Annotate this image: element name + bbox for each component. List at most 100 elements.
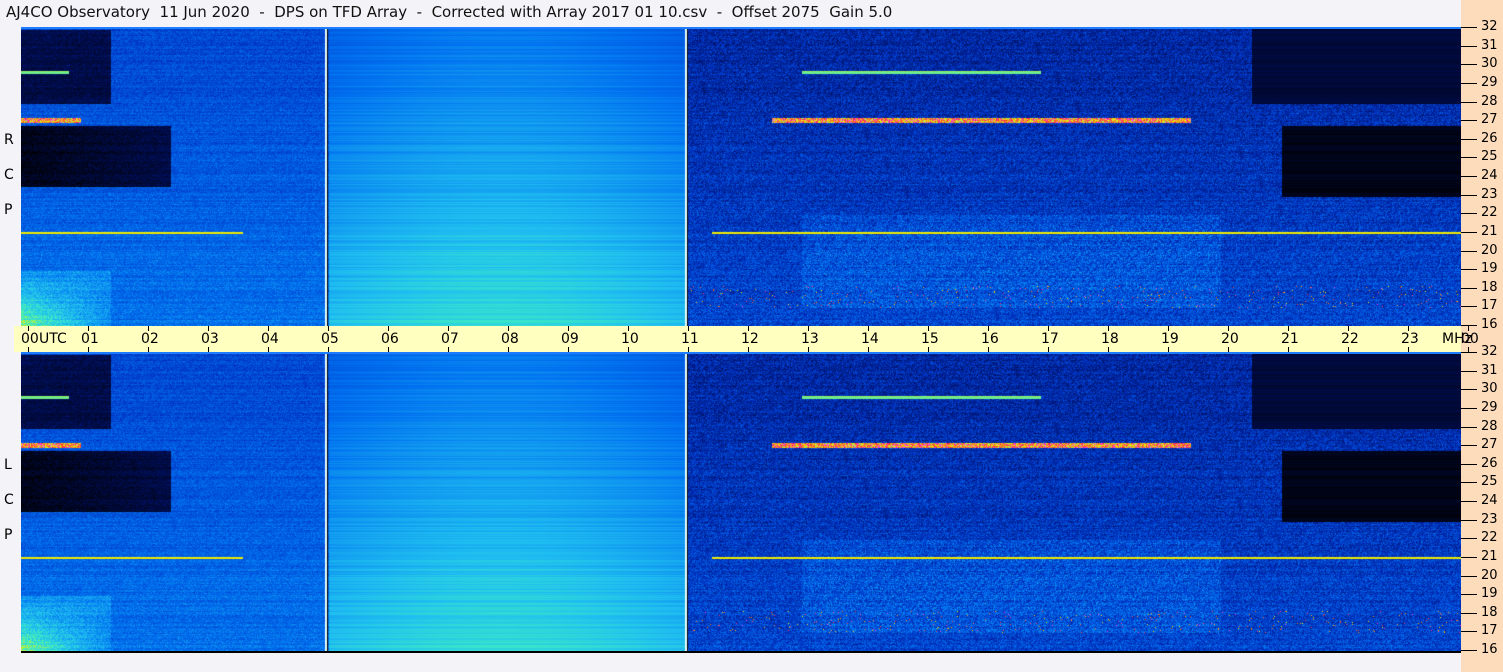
polarization-label: L xyxy=(4,457,12,473)
polarization-label: C xyxy=(4,492,14,508)
y-tick-mark xyxy=(1461,306,1477,307)
x-tick-mark xyxy=(268,347,269,352)
y-tick-label: 28 xyxy=(1481,419,1498,434)
y-tick-mark xyxy=(1461,83,1477,84)
y-tick-mark xyxy=(1461,464,1477,465)
x-tick-mark xyxy=(688,347,689,352)
x-tick-label: 10 xyxy=(621,331,639,347)
y-tick-mark xyxy=(1461,288,1477,289)
y-tick-mark xyxy=(1461,613,1477,614)
y-tick-label: 22 xyxy=(1481,205,1498,220)
x-tick-mark xyxy=(1408,347,1409,352)
y-tick-label: 20 xyxy=(1481,243,1498,258)
time-axis: 00 01 02 03 04 05 06 07 08 09 10 11 12 13 14 15 16 17 18 19… xyxy=(14,326,1479,352)
x-tick-label: 18 xyxy=(1101,331,1119,347)
y-tick-label: 22 xyxy=(1481,530,1498,545)
x-tick-mark xyxy=(868,347,869,352)
y-tick-mark xyxy=(1461,520,1477,521)
y-tick-mark xyxy=(1461,195,1477,196)
polarization-label: C xyxy=(4,167,14,183)
x-tick-label: 04 xyxy=(261,331,279,347)
y-tick-mark xyxy=(1461,269,1477,270)
y-tick-label: 21 xyxy=(1481,224,1498,239)
x-tick-label: 20 xyxy=(1221,331,1239,347)
y-tick-label: 24 xyxy=(1481,168,1498,183)
y-tick-mark xyxy=(1461,352,1477,353)
y-tick-label: 29 xyxy=(1481,400,1498,415)
y-tick-label: 17 xyxy=(1481,623,1498,638)
polarization-label: R xyxy=(4,132,14,148)
y-tick-label: 16 xyxy=(1481,642,1498,657)
x-tick-label: 06 xyxy=(381,331,399,347)
x-tick-mark xyxy=(1048,347,1049,352)
y-tick-label: 31 xyxy=(1481,38,1498,53)
x-tick-mark xyxy=(88,347,89,352)
y-tick-label: 26 xyxy=(1481,131,1498,146)
x-tick-mark xyxy=(388,347,389,352)
x-tick-label: 08 xyxy=(501,331,519,347)
x-tick-mark xyxy=(208,347,209,352)
y-tick-mark xyxy=(1461,232,1477,233)
y-tick-label: 29 xyxy=(1481,75,1498,90)
lcp-heatmap-canvas xyxy=(21,354,1461,651)
y-tick-mark xyxy=(1461,557,1477,558)
y-tick-mark xyxy=(1461,408,1477,409)
x-tick-mark xyxy=(1228,347,1229,352)
x-tick-mark xyxy=(748,347,749,352)
y-tick-mark xyxy=(1461,27,1477,28)
y-tick-label: 19 xyxy=(1481,261,1498,276)
y-tick-mark xyxy=(1461,46,1477,47)
y-tick-mark xyxy=(1461,157,1477,158)
polarization-label: P xyxy=(4,527,13,543)
x-tick-label: 03 xyxy=(201,331,219,347)
x-tick-label: 23 xyxy=(1401,331,1419,347)
x-tick-label: 01 xyxy=(81,331,99,347)
y-tick-label: 30 xyxy=(1481,56,1498,71)
x-tick-label: 14 xyxy=(861,331,879,347)
x-tick-mark xyxy=(808,347,809,352)
lcp-spectrogram xyxy=(21,352,1461,653)
x-tick-label: 09 xyxy=(561,331,579,347)
x-tick-label: 07 xyxy=(441,331,459,347)
x-tick-label: 00 xyxy=(21,331,39,347)
y-tick-label: 16 xyxy=(1481,317,1498,332)
y-tick-mark xyxy=(1461,371,1477,372)
y-tick-label: 25 xyxy=(1481,149,1498,164)
rcp-spectrogram xyxy=(21,27,1461,328)
y-tick-label: 19 xyxy=(1481,586,1498,601)
x-tick-mark xyxy=(148,347,149,352)
x-tick-label: 17 xyxy=(1041,331,1059,347)
y-tick-label: 30 xyxy=(1481,381,1498,396)
x-tick-label: 02 xyxy=(141,331,159,347)
x-tick-label: 13 xyxy=(801,331,819,347)
y-tick-label: 31 xyxy=(1481,363,1498,378)
y-tick-label: 20 xyxy=(1481,568,1498,583)
x-tick-label: 05 xyxy=(321,331,339,347)
x-tick-label: 15 xyxy=(921,331,939,347)
y-tick-mark xyxy=(1461,389,1477,390)
y-tick-mark xyxy=(1461,482,1477,483)
x-tick-mark xyxy=(448,347,449,352)
y-tick-mark xyxy=(1461,120,1477,121)
x-tick-mark xyxy=(328,347,329,352)
y-tick-label: 17 xyxy=(1481,298,1498,313)
y-tick-mark xyxy=(1461,631,1477,632)
polarization-label: P xyxy=(4,202,13,218)
x-tick-mark xyxy=(928,347,929,352)
y-tick-mark xyxy=(1461,64,1477,65)
y-tick-label: 23 xyxy=(1481,187,1498,202)
y-tick-mark xyxy=(1461,501,1477,502)
x-tick-mark xyxy=(508,347,509,352)
x-tick-label: 12 xyxy=(741,331,759,347)
x-tick-mark xyxy=(1288,347,1289,352)
y-tick-label: 32 xyxy=(1481,344,1498,359)
y-tick-label: 27 xyxy=(1481,112,1498,127)
y-tick-mark xyxy=(1461,139,1477,140)
y-tick-label: 32 xyxy=(1481,19,1498,34)
y-tick-label: 18 xyxy=(1481,280,1498,295)
x-tick-mark xyxy=(1348,347,1349,352)
x-tick-mark xyxy=(568,347,569,352)
y-tick-mark xyxy=(1461,325,1477,326)
x-tick-label: 21 xyxy=(1281,331,1299,347)
x-tick-label: 22 xyxy=(1341,331,1359,347)
